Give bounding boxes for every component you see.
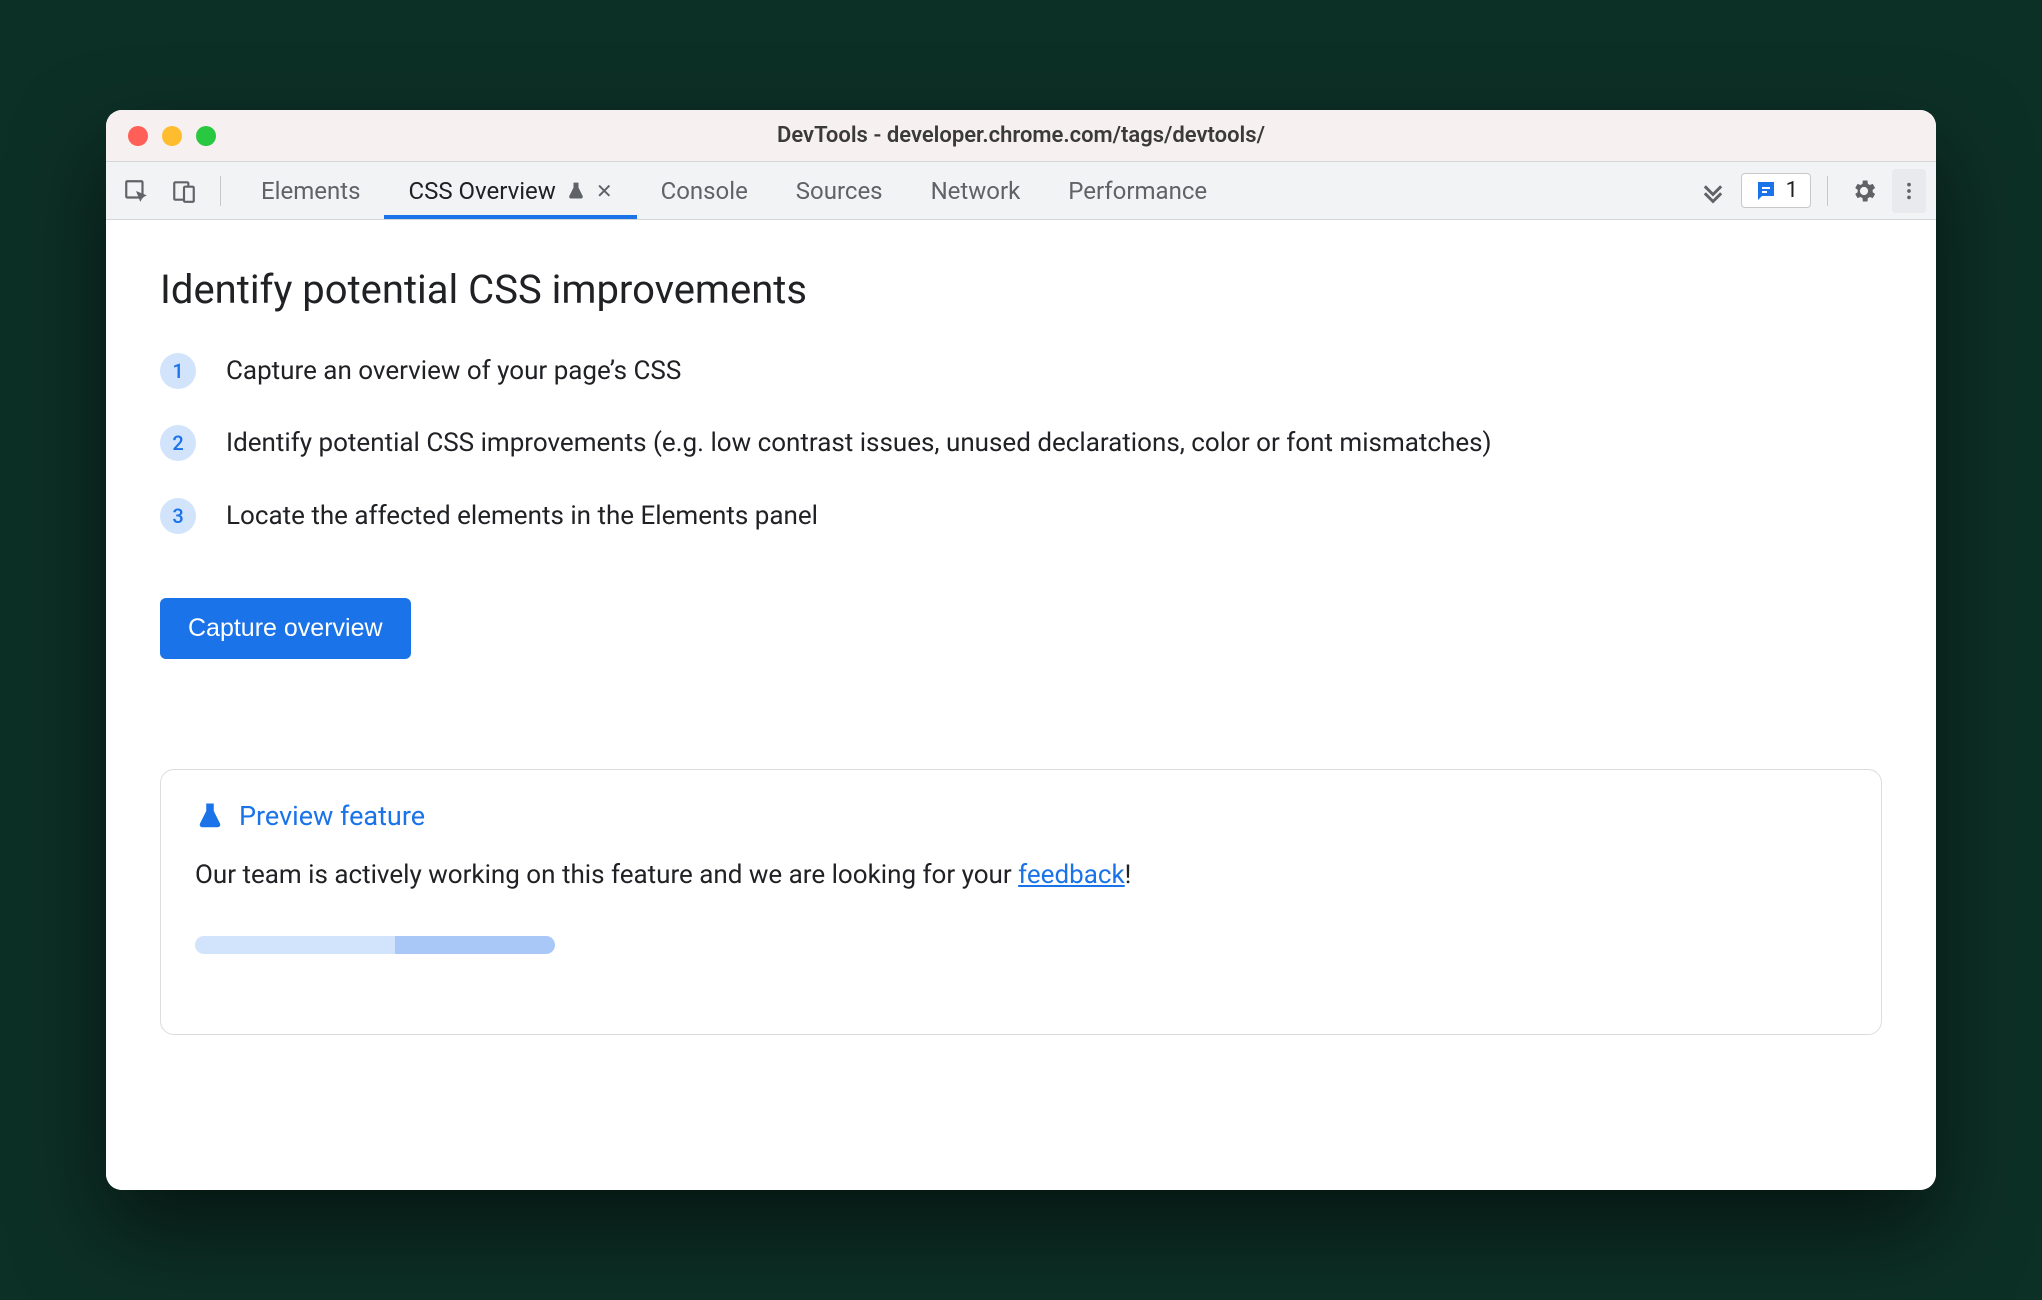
tab-label: Performance — [1068, 177, 1207, 205]
step-item: 3 Locate the affected elements in the El… — [160, 498, 1882, 534]
tab-console[interactable]: Console — [637, 162, 772, 219]
tab-elements[interactable]: Elements — [237, 162, 384, 219]
step-text: Capture an overview of your page’s CSS — [226, 353, 681, 389]
maximize-window-button[interactable] — [196, 126, 216, 146]
titlebar: DevTools - developer.chrome.com/tags/dev… — [106, 110, 1936, 162]
minimize-window-button[interactable] — [162, 126, 182, 146]
devtools-window: DevTools - developer.chrome.com/tags/dev… — [106, 110, 1936, 1190]
preview-feature-card: Preview feature Our team is actively wor… — [160, 769, 1882, 1035]
close-window-button[interactable] — [128, 126, 148, 146]
step-text: Locate the affected elements in the Elem… — [226, 498, 818, 534]
tab-sources[interactable]: Sources — [772, 162, 907, 219]
panel-tabs: Elements CSS Overview ✕ Console Sources … — [237, 162, 1231, 219]
experimental-icon — [566, 181, 586, 201]
preview-text-post: ! — [1125, 860, 1132, 890]
chip-segment[interactable] — [395, 936, 555, 954]
tab-network[interactable]: Network — [907, 162, 1045, 219]
steps-list: 1 Capture an overview of your page’s CSS… — [160, 353, 1882, 534]
close-tab-icon[interactable]: ✕ — [596, 179, 613, 203]
issues-count: 1 — [1786, 178, 1798, 203]
tab-label: Network — [931, 177, 1021, 205]
issues-button[interactable]: 1 — [1741, 173, 1811, 208]
preview-body: Our team is actively working on this fea… — [195, 860, 1847, 890]
more-options-icon[interactable] — [1892, 169, 1926, 213]
device-toolbar-icon[interactable] — [164, 171, 204, 211]
tab-label: Elements — [261, 177, 360, 205]
step-number: 2 — [160, 425, 196, 461]
tab-css-overview[interactable]: CSS Overview ✕ — [384, 162, 636, 219]
feedback-link[interactable]: feedback — [1018, 860, 1125, 890]
preview-header: Preview feature — [195, 800, 1847, 832]
more-tabs-icon[interactable] — [1693, 171, 1733, 211]
tab-label: CSS Overview — [408, 177, 555, 205]
inspect-element-icon[interactable] — [116, 171, 156, 211]
flask-icon — [195, 801, 225, 831]
window-controls — [128, 126, 216, 146]
tab-label: Console — [661, 177, 748, 205]
page-heading: Identify potential CSS improvements — [160, 266, 1882, 313]
window-title: DevTools - developer.chrome.com/tags/dev… — [106, 123, 1936, 148]
tab-performance[interactable]: Performance — [1044, 162, 1231, 219]
toolbar-divider — [220, 176, 221, 206]
step-text: Identify potential CSS improvements (e.g… — [226, 425, 1492, 461]
panel-content: Identify potential CSS improvements 1 Ca… — [106, 220, 1936, 1190]
preview-text-pre: Our team is actively working on this fea… — [195, 860, 1018, 890]
capture-overview-button[interactable]: Capture overview — [160, 598, 411, 659]
preview-chips — [195, 936, 1847, 954]
devtools-toolbar: Elements CSS Overview ✕ Console Sources … — [106, 162, 1936, 220]
step-number: 1 — [160, 353, 196, 389]
preview-title: Preview feature — [239, 800, 425, 832]
settings-icon[interactable] — [1844, 171, 1884, 211]
step-number: 3 — [160, 498, 196, 534]
chip-segment[interactable] — [195, 936, 395, 954]
toolbar-divider — [1827, 176, 1828, 206]
step-item: 1 Capture an overview of your page’s CSS — [160, 353, 1882, 389]
step-item: 2 Identify potential CSS improvements (e… — [160, 425, 1882, 461]
tab-label: Sources — [796, 177, 883, 205]
